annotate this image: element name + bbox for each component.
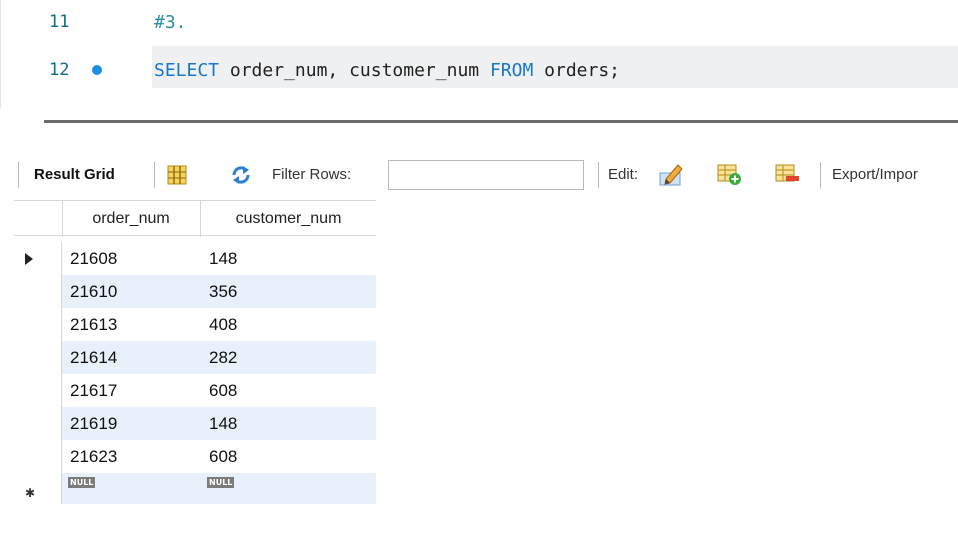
row-selector[interactable] (14, 440, 62, 473)
table-row[interactable]: 21614 282 (14, 341, 376, 374)
toolbar-separator (154, 162, 155, 188)
refresh-icon[interactable] (230, 164, 252, 186)
new-row[interactable]: ✱ NULL NULL (14, 473, 376, 504)
grid-layout-icon[interactable] (166, 164, 188, 186)
export-import-label[interactable]: Export/Impor (832, 166, 918, 183)
code-statement[interactable]: SELECT order_num, customer_num FROM orde… (154, 60, 620, 81)
table-row[interactable]: 21617 608 (14, 374, 376, 407)
sql-editor[interactable]: 11 #3. 12 SELECT order_num, customer_num… (0, 0, 958, 108)
cell-customer-num[interactable]: 408 (209, 308, 237, 341)
cell-customer-num[interactable]: 282 (209, 341, 237, 374)
sql-keyword: FROM (489, 60, 534, 81)
row-selector[interactable] (14, 374, 62, 407)
grid-body: 21608 148 21610 356 21613 408 21614 282 … (14, 242, 376, 504)
current-row-arrow-icon (25, 253, 33, 265)
row-selector[interactable] (14, 308, 62, 341)
result-toolbar: Result Grid Filter Rows: Edit: Export/Im… (14, 156, 958, 194)
table-row[interactable]: 21623 608 (14, 440, 376, 473)
cell-order-num[interactable]: 21619 (70, 407, 117, 440)
toolbar-separator (820, 162, 821, 188)
cell-customer-num[interactable]: 608 (209, 440, 237, 473)
cell-order-num[interactable]: 21610 (70, 275, 117, 308)
code-line-11[interactable]: 11 #3. (1, 2, 958, 42)
toolbar-separator (598, 162, 599, 188)
toolbar-separator (18, 162, 19, 188)
delete-row-icon[interactable] (774, 161, 800, 187)
row-selector[interactable] (14, 341, 62, 374)
row-selector[interactable]: ✱ (14, 473, 62, 504)
cell-customer-num[interactable]: 356 (209, 275, 237, 308)
sql-keyword: SELECT (154, 60, 220, 81)
new-row-star-icon: ✱ (25, 486, 36, 500)
add-row-icon[interactable] (716, 161, 742, 187)
cell-order-num[interactable]: 21614 (70, 341, 117, 374)
cell-customer-num[interactable]: 148 (209, 242, 237, 275)
table-row[interactable]: 21613 408 (14, 308, 376, 341)
blue-dot-icon[interactable] (92, 65, 102, 75)
edit-row-icon[interactable] (658, 161, 684, 187)
row-selector[interactable] (14, 407, 62, 440)
filter-rows-input[interactable] (388, 160, 584, 190)
sql-text: order_num, customer_num (219, 60, 490, 81)
cell-customer-num[interactable]: 608 (209, 374, 237, 407)
edit-label: Edit: (608, 166, 639, 183)
cell-order-num[interactable]: 21617 (70, 374, 117, 407)
line-number: 11 (49, 12, 70, 32)
row-selector[interactable] (14, 275, 62, 308)
column-header-customer-num[interactable]: customer_num (201, 201, 376, 237)
cell-order-num[interactable]: 21613 (70, 308, 117, 341)
panel-splitter[interactable] (44, 120, 958, 123)
null-badge[interactable]: NULL (68, 477, 96, 488)
table-row[interactable]: 21608 148 (14, 242, 376, 275)
null-badge[interactable]: NULL (207, 477, 235, 488)
code-line-12[interactable]: 12 SELECT order_num, customer_num FROM o… (1, 46, 958, 90)
cell-order-num[interactable]: 21623 (70, 440, 117, 473)
grid-header: order_num customer_num (14, 200, 376, 237)
row-selector[interactable] (14, 242, 62, 275)
column-header-order-num[interactable]: order_num (62, 201, 201, 237)
cell-order-num[interactable]: 21608 (70, 242, 117, 275)
code-comment[interactable]: #3. (154, 12, 187, 33)
table-row[interactable]: 21610 356 (14, 275, 376, 308)
table-row[interactable]: 21619 148 (14, 407, 376, 440)
row-header-corner[interactable] (14, 201, 63, 237)
cell-customer-num[interactable]: 148 (209, 407, 237, 440)
filter-rows-label: Filter Rows: (272, 166, 352, 183)
sql-text: orders; (533, 60, 621, 81)
line-number: 12 (49, 60, 70, 80)
result-grid-tab[interactable]: Result Grid (34, 166, 115, 183)
